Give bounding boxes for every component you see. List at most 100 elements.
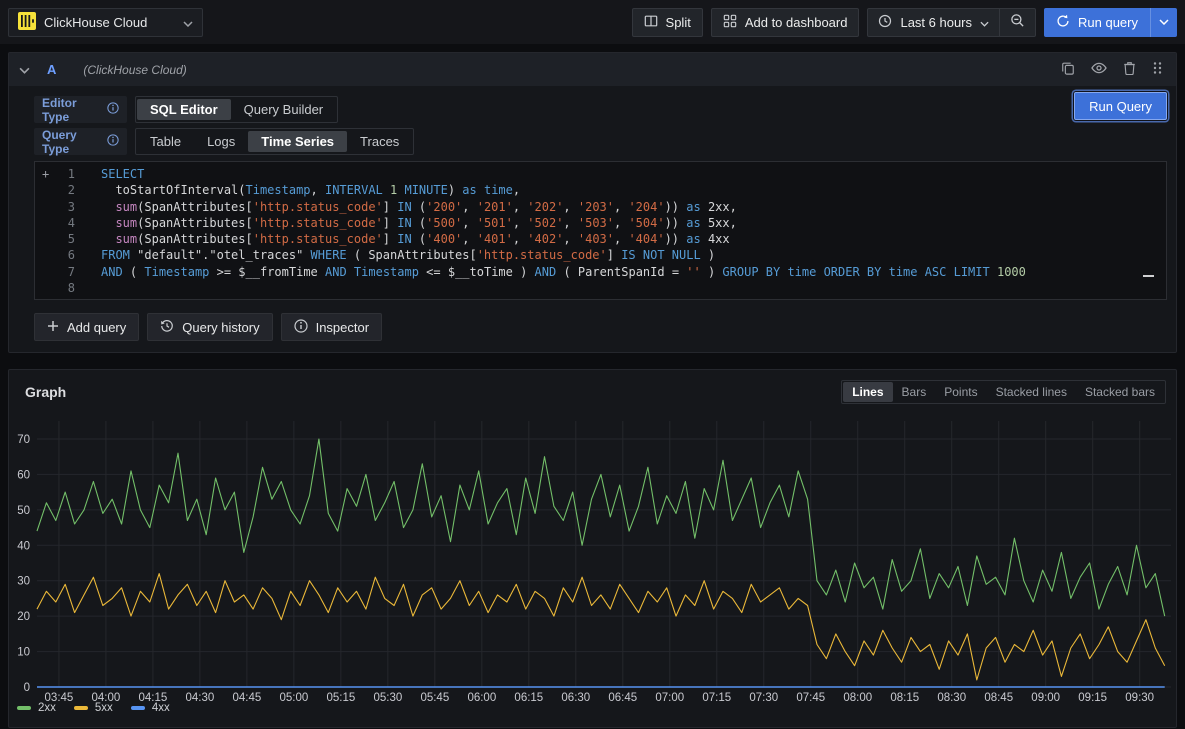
x-axis-tick-label: 07:45 [796, 692, 825, 704]
query-datasource-hint: (ClickHouse Cloud) [83, 63, 186, 77]
x-axis-tick-label: 06:00 [467, 692, 496, 704]
query-row-header[interactable]: A (ClickHouse Cloud) [9, 53, 1176, 86]
graph-panel-title: Graph [25, 384, 66, 400]
x-axis-tick-label: 09:00 [1031, 692, 1060, 704]
line-number: 5 [53, 231, 75, 247]
copy-query-icon[interactable] [1061, 61, 1075, 78]
split-button[interactable]: Split [632, 8, 703, 37]
time-picker-group: Last 6 hours [867, 8, 1036, 37]
info-circle-icon [294, 319, 308, 336]
magnifier-minus-icon [1010, 13, 1025, 31]
series-line-5xx [37, 574, 1165, 680]
legend-swatch [17, 706, 31, 710]
x-axis-tick-label: 08:15 [890, 692, 919, 704]
x-axis-tick-label: 09:15 [1078, 692, 1107, 704]
info-circle-icon[interactable] [107, 134, 119, 149]
legend-item-5xx[interactable]: 5xx [74, 702, 113, 714]
run-query-split-button: Run query [1044, 8, 1177, 37]
editor-type-toggle: SQL EditorQuery Builder [135, 96, 338, 123]
graph-mode-stacked-bars[interactable]: Stacked bars [1076, 382, 1164, 402]
clickhouse-logo-icon [18, 12, 36, 33]
editor-type-option-query-builder[interactable]: Query Builder [231, 99, 336, 120]
legend-label: 4xx [152, 702, 170, 714]
plus-icon [47, 320, 59, 335]
split-panes-icon [644, 14, 658, 31]
query-history-button[interactable]: Query history [147, 313, 272, 341]
sql-line: 5 sum(SpanAttributes['http.status_code']… [35, 231, 1166, 247]
graph-mode-stacked-lines[interactable]: Stacked lines [987, 382, 1076, 402]
x-axis-tick-label: 08:30 [937, 692, 966, 704]
x-axis-tick-label: 06:45 [608, 692, 637, 704]
y-axis-tick-label: 0 [24, 682, 30, 694]
hide-response-eye-icon[interactable] [1091, 62, 1107, 77]
line-number: 6 [53, 247, 75, 263]
x-axis-tick-label: 05:30 [373, 692, 402, 704]
line-number: 3 [53, 199, 75, 215]
collapse-chevron-icon[interactable] [19, 62, 30, 77]
sql-editor[interactable]: +1SELECT 2 toStartOfInterval(Timestamp, … [34, 161, 1167, 300]
zoom-out-button[interactable] [1000, 9, 1035, 36]
y-axis-tick-label: 50 [17, 505, 30, 517]
y-axis-tick-label: 70 [17, 434, 30, 446]
legend-swatch [131, 706, 145, 710]
query-type-label: Query Type [34, 128, 127, 155]
query-type-toggle: TableLogsTime SeriesTraces [135, 128, 414, 155]
query-type-option-traces[interactable]: Traces [347, 131, 412, 152]
query-type-option-logs[interactable]: Logs [194, 131, 248, 152]
explore-toolbar: ClickHouse Cloud Split Add to dashboard … [0, 0, 1185, 44]
x-axis-tick-label: 06:15 [514, 692, 543, 704]
graph-mode-lines[interactable]: Lines [843, 382, 892, 402]
legend-label: 2xx [38, 702, 56, 714]
line-number: 2 [53, 182, 75, 198]
drag-handle-icon[interactable] [1152, 61, 1162, 78]
chevron-down-icon [980, 15, 989, 30]
run-query-button[interactable]: Run query [1044, 8, 1150, 37]
editor-type-label: Editor Type [34, 96, 127, 123]
y-axis-tick-label: 20 [17, 611, 30, 623]
legend-item-2xx[interactable]: 2xx [17, 702, 56, 714]
inspector-button[interactable]: Inspector [281, 313, 382, 341]
legend-swatch [74, 706, 88, 710]
add-to-dashboard-button[interactable]: Add to dashboard [711, 8, 860, 37]
sql-line: 4 sum(SpanAttributes['http.status_code']… [35, 215, 1166, 231]
datasource-picker[interactable]: ClickHouse Cloud [8, 8, 203, 37]
sql-line: +1SELECT [35, 166, 1166, 182]
graph-style-toggle: LinesBarsPointsStacked linesStacked bars [841, 380, 1166, 404]
query-type-option-time-series[interactable]: Time Series [248, 131, 347, 152]
x-axis-tick-label: 05:15 [326, 692, 355, 704]
history-icon [160, 319, 174, 336]
run-query-inline-button[interactable]: Run Query [1074, 92, 1167, 120]
remove-query-trash-icon[interactable] [1123, 61, 1136, 78]
y-axis-tick-label: 40 [17, 540, 30, 552]
graph-mode-bars[interactable]: Bars [893, 382, 936, 402]
x-axis-tick-label: 04:45 [232, 692, 261, 704]
x-axis-tick-label: 04:30 [186, 692, 215, 704]
x-axis-tick-label: 08:45 [984, 692, 1013, 704]
editor-type-option-sql-editor[interactable]: SQL Editor [137, 99, 231, 120]
y-axis-tick-label: 10 [17, 647, 30, 659]
line-number: 1 [53, 166, 75, 182]
add-line-plus-icon[interactable]: + [35, 166, 53, 182]
x-axis-tick-label: 08:00 [843, 692, 872, 704]
add-query-button[interactable]: Add query [34, 313, 139, 341]
info-circle-icon[interactable] [107, 102, 119, 117]
x-axis-tick-label: 07:15 [702, 692, 731, 704]
line-number: 8 [53, 280, 75, 296]
run-query-dropdown-caret[interactable] [1150, 8, 1177, 37]
sql-line: 6FROM "default"."otel_traces" WHERE ( Sp… [35, 247, 1166, 263]
x-axis-tick-label: 07:30 [749, 692, 778, 704]
series-line-2xx [37, 439, 1165, 616]
sql-line: 8 [35, 280, 1166, 296]
query-editor-panel: A (ClickHouse Cloud) Editor Type [8, 52, 1177, 353]
x-axis-tick-label: 09:30 [1125, 692, 1154, 704]
query-type-option-table[interactable]: Table [137, 131, 194, 152]
query-ref-id: A [47, 62, 56, 77]
legend-item-4xx[interactable]: 4xx [131, 702, 170, 714]
graph-mode-points[interactable]: Points [935, 382, 986, 402]
cursor-indicator [1143, 275, 1154, 277]
y-axis-tick-label: 30 [17, 576, 30, 588]
time-series-chart[interactable]: 03:4504:0004:1504:3004:4505:0005:1505:30… [15, 405, 1176, 707]
time-range-button[interactable]: Last 6 hours [868, 9, 999, 36]
line-number: 7 [53, 264, 75, 280]
sql-line: 3 sum(SpanAttributes['http.status_code']… [35, 199, 1166, 215]
